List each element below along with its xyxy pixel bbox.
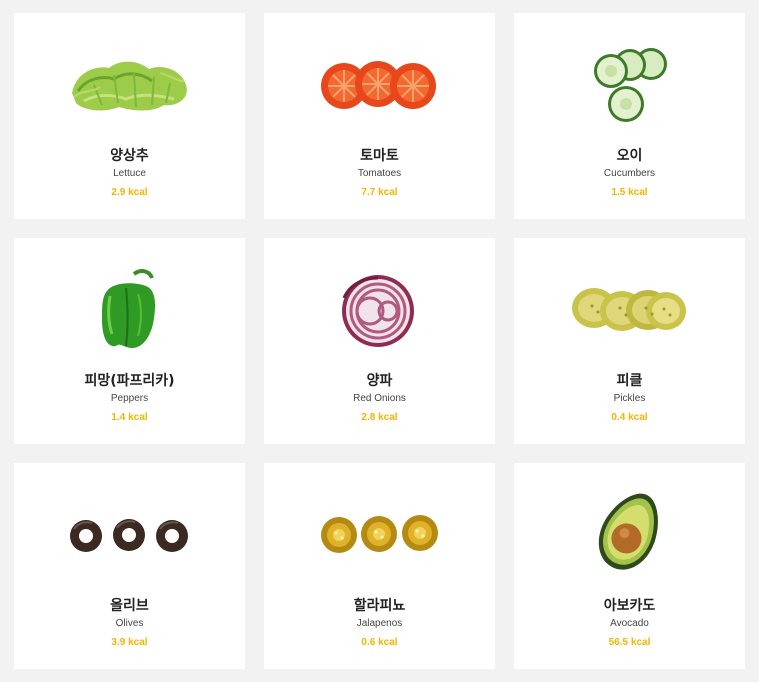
tomato-icon [264, 13, 495, 143]
vegetable-card-olives[interactable]: 올리브 Olives 3.9 kcal [14, 463, 245, 669]
vegetable-name-ko: 토마토 [360, 148, 399, 164]
vegetable-card-tomatoes[interactable]: 토마토 Tomatoes 7.7 kcal [264, 13, 495, 219]
vegetable-name-ko: 오이 [616, 148, 643, 164]
vegetable-name-ko: 양파 [366, 373, 393, 389]
lettuce-icon [14, 13, 245, 143]
vegetable-kcal: 7.7 kcal [361, 187, 398, 198]
vegetable-card-avocado[interactable]: 아보카도 Avocado 56.5 kcal [514, 463, 745, 669]
pickle-icon [514, 238, 745, 368]
vegetable-name-en: Lettuce [113, 168, 146, 179]
cucumber-icon [514, 13, 745, 143]
vegetable-kcal: 2.8 kcal [361, 412, 398, 423]
vegetable-kcal: 0.6 kcal [361, 637, 398, 648]
onion-icon [264, 238, 495, 368]
vegetable-card-peppers[interactable]: 피망(파프리카) Peppers 1.4 kcal [14, 238, 245, 444]
vegetable-card-red-onions[interactable]: 양파 Red Onions 2.8 kcal [264, 238, 495, 444]
vegetable-name-en: Red Onions [353, 393, 406, 404]
vegetable-kcal: 1.5 kcal [611, 187, 648, 198]
vegetable-name-en: Peppers [110, 393, 149, 404]
vegetable-card-cucumbers[interactable]: 오이 Cucumbers 1.5 kcal [514, 13, 745, 219]
vegetable-name-ko: 올리브 [110, 598, 149, 614]
vegetable-name-en: Tomatoes [357, 168, 402, 179]
vegetable-kcal: 1.4 kcal [111, 412, 148, 423]
vegetable-kcal: 56.5 kcal [608, 637, 651, 648]
vegetable-name-ko: 피망(파프리카) [84, 373, 175, 389]
jalapeno-icon [264, 463, 495, 593]
vegetable-name-en: Olives [115, 618, 144, 629]
vegetable-name-ko: 양상추 [110, 148, 149, 164]
vegetable-card-pickles[interactable]: 피클 Pickles 0.4 kcal [514, 238, 745, 444]
vegetable-grid: 양상추 Lettuce 2.9 kcal 토마토 Tomatoes 7.7 kc… [0, 0, 759, 682]
vegetable-name-en: Jalapenos [356, 618, 403, 629]
vegetable-card-lettuce[interactable]: 양상추 Lettuce 2.9 kcal [14, 13, 245, 219]
vegetable-name-en: Pickles [613, 393, 646, 404]
vegetable-name-ko: 할라피뇨 [353, 598, 406, 614]
pepper-icon [14, 238, 245, 368]
vegetable-kcal: 2.9 kcal [111, 187, 148, 198]
vegetable-name-en: Cucumbers [603, 168, 656, 179]
olive-icon [14, 463, 245, 593]
vegetable-kcal: 0.4 kcal [611, 412, 648, 423]
vegetable-name-ko: 아보카도 [603, 598, 656, 614]
vegetable-card-jalapenos[interactable]: 할라피뇨 Jalapenos 0.6 kcal [264, 463, 495, 669]
vegetable-name-en: Avocado [610, 618, 649, 629]
avocado-icon [514, 463, 745, 593]
vegetable-kcal: 3.9 kcal [111, 637, 148, 648]
vegetable-name-ko: 피클 [616, 373, 643, 389]
